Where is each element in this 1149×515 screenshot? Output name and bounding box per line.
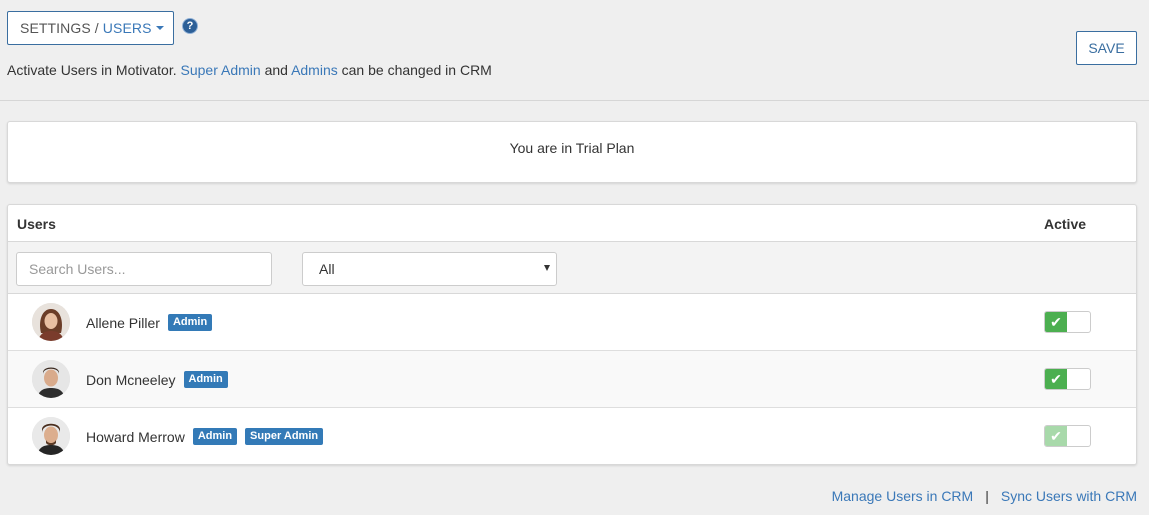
users-panel-header: Users Active xyxy=(8,205,1136,242)
avatar xyxy=(32,360,70,398)
super-admin-badge: Super Admin xyxy=(245,428,324,445)
active-toggle[interactable]: ✔ xyxy=(1044,311,1091,333)
subtitle-and: and xyxy=(264,62,288,78)
plan-notice-text: You are in Trial Plan xyxy=(509,140,635,156)
admins-link[interactable]: Admins xyxy=(291,62,338,78)
plan-notice-card: You are in Trial Plan xyxy=(7,121,1137,183)
search-users-input[interactable] xyxy=(16,252,272,286)
admin-badge: Admin xyxy=(183,371,228,388)
admin-badge: Admin xyxy=(167,314,213,331)
users-panel: Users Active All Allene Piller Admin ✔ xyxy=(7,204,1137,465)
user-name-group: Don Mcneeley Admin xyxy=(86,371,228,388)
check-icon: ✔ xyxy=(1045,426,1067,446)
user-name-group: Howard Merrow Admin Super Admin xyxy=(86,428,324,445)
filter-row: All xyxy=(8,242,1136,294)
subtitle-prefix: Activate Users in Motivator. xyxy=(7,62,177,78)
user-row: Allene Piller Admin ✔ xyxy=(8,294,1136,351)
column-header-users: Users xyxy=(17,216,56,232)
user-name-group: Allene Piller Admin xyxy=(86,314,213,331)
breadcrumb-users: USERS xyxy=(102,20,152,36)
super-admin-link[interactable]: Super Admin xyxy=(181,62,261,78)
manage-users-link[interactable]: Manage Users in CRM xyxy=(832,488,974,504)
column-header-active: Active xyxy=(1044,216,1087,232)
role-filter-value: All xyxy=(319,261,335,277)
sync-users-link[interactable]: Sync Users with CRM xyxy=(1001,488,1137,504)
footer-links: Manage Users in CRM | Sync Users with CRM xyxy=(832,488,1137,504)
caret-down-icon xyxy=(155,26,164,30)
avatar xyxy=(32,303,70,341)
breadcrumb-dropdown[interactable]: SETTINGS / USERS xyxy=(7,11,174,45)
admin-badge: Admin xyxy=(192,428,238,445)
breadcrumb-settings: SETTINGS / xyxy=(20,20,99,36)
avatar xyxy=(32,417,70,455)
user-name[interactable]: Howard Merrow xyxy=(86,429,185,445)
page-subtitle: Activate Users in Motivator. Super Admin… xyxy=(7,62,492,78)
user-row: Howard Merrow Admin Super Admin ✔ xyxy=(8,408,1136,464)
subtitle-suffix: can be changed in CRM xyxy=(341,62,492,78)
save-button[interactable]: SAVE xyxy=(1076,31,1137,65)
user-row: Don Mcneeley Admin ✔ xyxy=(8,351,1136,408)
user-name[interactable]: Don Mcneeley xyxy=(86,372,176,388)
user-name[interactable]: Allene Piller xyxy=(86,315,160,331)
select-arrow-icon xyxy=(544,265,550,271)
active-toggle[interactable]: ✔ xyxy=(1044,368,1091,390)
question-circle-icon[interactable]: ? xyxy=(183,19,197,33)
active-toggle[interactable]: ✔ xyxy=(1044,425,1091,447)
check-icon: ✔ xyxy=(1045,369,1067,389)
role-filter-select[interactable]: All xyxy=(302,252,557,286)
footer-separator: | xyxy=(985,488,989,504)
top-bar: SETTINGS / USERS ? SAVE Activate Users i… xyxy=(0,0,1149,101)
check-icon: ✔ xyxy=(1045,312,1067,332)
